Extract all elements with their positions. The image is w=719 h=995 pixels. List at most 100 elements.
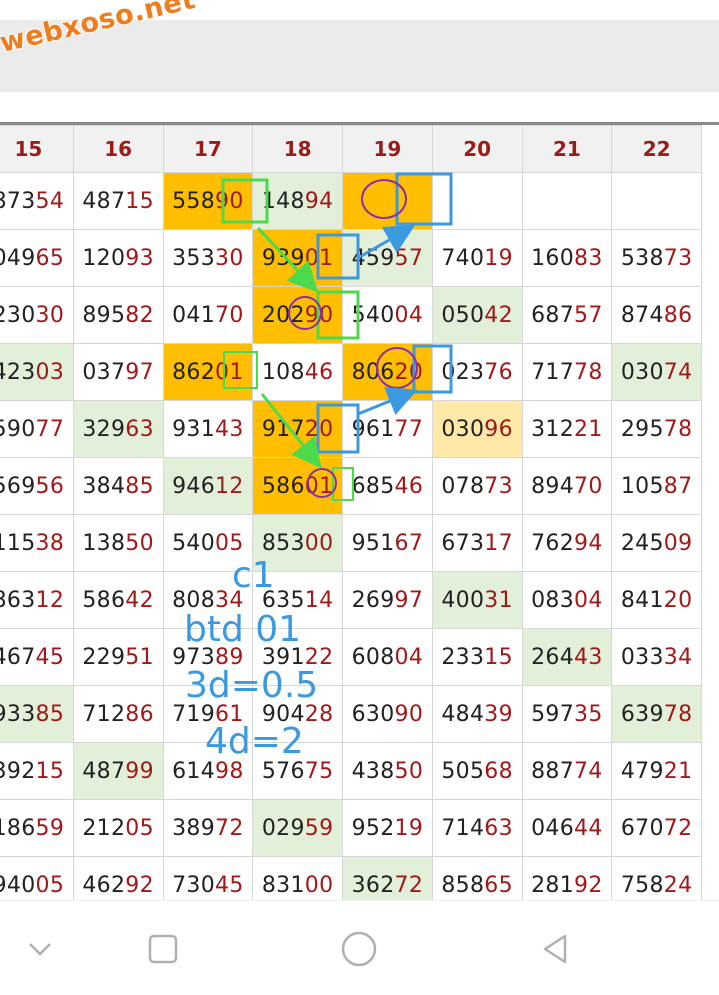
circle-icon[interactable]: [329, 919, 389, 979]
cell-tail-digits: 98: [215, 758, 244, 784]
cell-head-digits: 952: [351, 815, 395, 841]
cell-tail-digits: 05: [125, 815, 154, 841]
cell-tail-digits: 00: [304, 872, 334, 898]
cell-head-digits: 046: [531, 815, 575, 841]
table-cell: 48799: [72, 742, 164, 800]
cell-tail-digits: 50: [125, 530, 154, 556]
cell-tail-digits: 20: [304, 416, 334, 442]
col-header-22: 22: [611, 125, 702, 173]
cell-tail-digits: 09: [663, 530, 693, 556]
cell-head-digits: 961: [351, 416, 395, 442]
table-cell: 28192: [521, 856, 613, 900]
cell-tail-digits: 43: [215, 416, 244, 442]
cell-head-digits: 740: [441, 245, 485, 271]
cell-head-digits: 423: [0, 359, 36, 385]
cell-tail-digits: 72: [394, 872, 424, 898]
cell-head-digits: 630: [351, 701, 395, 727]
cell-head-digits: 590: [0, 416, 36, 442]
cell-head-digits: 212: [82, 815, 126, 841]
cell-tail-digits: 01: [304, 473, 334, 499]
cell-head-digits: 245: [620, 530, 664, 556]
cell-tail-digits: 15: [35, 758, 65, 784]
table-cell: 38972: [162, 799, 254, 857]
table-row: 1865921205389720295995219714630464467072: [0, 799, 702, 857]
cell-head-digits: 033: [620, 644, 664, 670]
cell-tail-digits: 31: [484, 587, 513, 613]
results-grid-container[interactable]: 15 16 17 18 19 20 21 22 8735448715558901…: [0, 122, 719, 900]
col-header-15: 15: [0, 125, 74, 173]
col-header-19: 19: [342, 125, 433, 173]
cell-head-digits: 230: [0, 302, 36, 328]
cell-tail-digits: 19: [484, 245, 513, 271]
table-cell: 10846: [252, 343, 343, 401]
cell-tail-digits: 86: [125, 701, 154, 727]
table-cell: 47921: [611, 742, 702, 800]
table-cell: 04170: [162, 286, 254, 344]
cell-head-digits: 569: [0, 473, 36, 499]
cell-tail-digits: 00: [304, 530, 334, 556]
cell-head-digits: 041: [172, 302, 216, 328]
cell-tail-digits: 30: [215, 245, 244, 271]
table-cell: 14894: [252, 172, 343, 230]
cell-tail-digits: 78: [663, 416, 693, 442]
table-row: 8631258642808346351426997400310830484120: [0, 571, 702, 629]
table-cell: 03096: [431, 400, 523, 458]
table-cell: 93385: [0, 685, 74, 743]
cell-tail-digits: 96: [484, 416, 513, 442]
cell-head-digits: 608: [351, 644, 395, 670]
table-cell: 24509: [611, 514, 702, 572]
cell-tail-digits: 01: [215, 359, 244, 385]
table-cell: 73045: [162, 856, 254, 900]
cell-tail-digits: 34: [663, 644, 693, 670]
cell-tail-digits: 20: [394, 359, 424, 385]
table-cell: 68546: [342, 457, 433, 515]
cell-head-digits: 362: [351, 872, 395, 898]
cell-head-digits: 487: [82, 758, 126, 784]
table-cell: 53873: [611, 229, 702, 287]
chevron-down-icon[interactable]: [10, 919, 70, 979]
table-cell: 76294: [521, 514, 613, 572]
cell-tail-digits: 73: [484, 473, 513, 499]
cell-head-digits: 639: [620, 701, 664, 727]
table-cell: 07873: [431, 457, 523, 515]
cell-tail-digits: 51: [125, 644, 154, 670]
cell-head-digits: 717: [531, 359, 575, 385]
cell-head-digits: 862: [172, 359, 216, 385]
cell-head-digits: 479: [620, 758, 664, 784]
cell-tail-digits: 87: [663, 473, 693, 499]
cell-tail-digits: 85: [125, 473, 154, 499]
cell-tail-digits: 74: [663, 359, 693, 385]
table-cell: 21205: [72, 799, 164, 857]
cell-tail-digits: 15: [125, 188, 154, 214]
cell-head-digits: 841: [620, 587, 664, 613]
cell-tail-digits: 17: [484, 530, 513, 556]
cell-head-digits: 467: [0, 644, 36, 670]
cell-head-digits: 894: [531, 473, 575, 499]
cell-tail-digits: 21: [663, 758, 693, 784]
square-icon[interactable]: [133, 919, 193, 979]
triangle-left-icon[interactable]: [526, 919, 586, 979]
cell-tail-digits: 54: [35, 188, 65, 214]
cell-tail-digits: 45: [35, 644, 65, 670]
cell-tail-digits: 05: [215, 530, 244, 556]
cell-head-digits: 712: [82, 701, 126, 727]
cell-tail-digits: 97: [394, 587, 424, 613]
cell-head-digits: 714: [441, 815, 485, 841]
cell-head-digits: 202: [261, 302, 305, 328]
cell-tail-digits: 72: [215, 815, 244, 841]
spacer: [0, 92, 719, 122]
cell-tail-digits: 78: [663, 701, 693, 727]
cell-tail-digits: 94: [574, 530, 603, 556]
table-cell: 36272: [342, 856, 433, 900]
cell-tail-digits: 86: [663, 302, 693, 328]
cell-head-digits: 538: [620, 245, 664, 271]
table-row: 1153813850540058530095167673177629424509: [0, 514, 702, 572]
cell-head-digits: 389: [172, 815, 216, 841]
cell-head-digits: 264: [531, 644, 575, 670]
cell-tail-digits: 65: [35, 245, 65, 271]
cell-head-digits: 353: [172, 245, 216, 271]
cell-tail-digits: 42: [125, 587, 154, 613]
cell-tail-digits: 24: [663, 872, 693, 898]
col-header-16: 16: [72, 125, 164, 173]
table-cell: 50568: [431, 742, 523, 800]
